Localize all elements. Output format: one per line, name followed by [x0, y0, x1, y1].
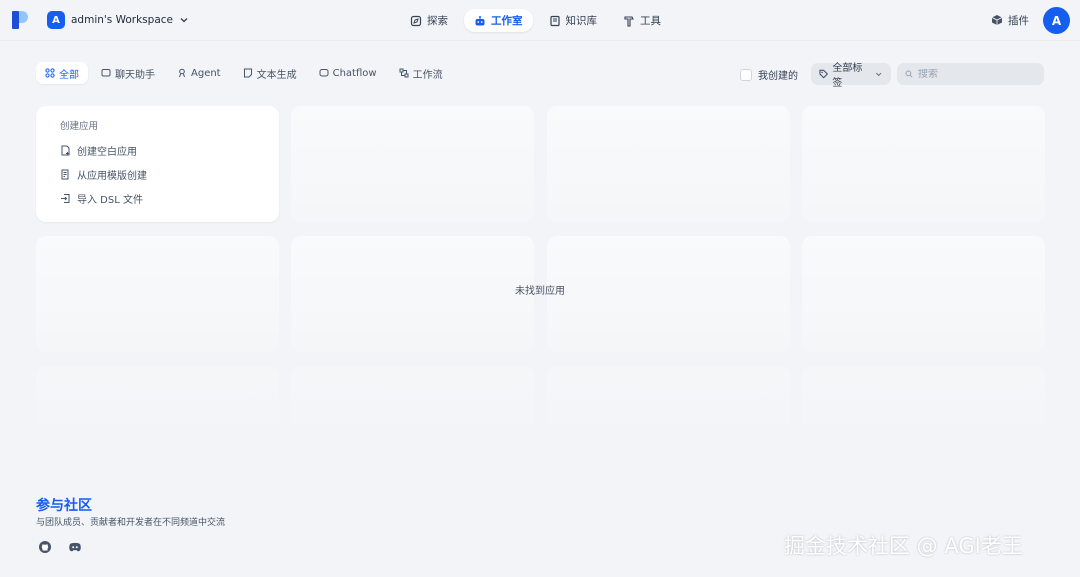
created-by-me-filter[interactable]: 我创建的	[740, 67, 798, 82]
create-app-title: 创建应用	[60, 121, 99, 132]
chat-icon	[101, 69, 111, 77]
tab-chatflow[interactable]: Chatflow	[310, 62, 386, 84]
app-card-placeholder	[291, 366, 534, 456]
create-blank-app-label: 创建空白应用	[77, 146, 137, 158]
plugins-button[interactable]: 插件	[991, 12, 1029, 28]
tab-chatflow-label: Chatflow	[332, 67, 377, 79]
nav-explore[interactable]: 探索	[400, 9, 458, 32]
top-header: A admin's Workspace 探索 工作室 知识库 工具 插件 A	[0, 0, 1080, 41]
import-dsl-label: 导入 DSL 文件	[77, 194, 143, 206]
community-title: 参与社区	[36, 498, 92, 514]
import-dsl-button[interactable]: 导入 DSL 文件	[60, 186, 255, 210]
grid-icon	[45, 68, 55, 78]
nav-studio[interactable]: 工作室	[464, 9, 533, 32]
tab-text-generation-label: 文本生成	[256, 69, 297, 81]
tab-chat-assistant-label: 聊天助手	[115, 69, 155, 81]
app-card-placeholder	[291, 106, 534, 222]
tab-all-label: 全部	[59, 69, 79, 81]
app-card-placeholder	[802, 106, 1045, 222]
tab-text-generation[interactable]: 文本生成	[234, 62, 306, 84]
tag-filter-dropdown[interactable]: 全部标签	[811, 63, 891, 89]
chevron-down-icon	[875, 72, 882, 77]
compass-icon	[410, 15, 422, 26]
create-blank-app-button[interactable]: 创建空白应用	[60, 138, 255, 162]
created-by-me-checkbox[interactable]	[740, 68, 752, 81]
book-icon	[549, 15, 560, 26]
chatflow-icon	[319, 69, 329, 77]
discord-icon[interactable]	[68, 540, 82, 554]
empty-state-text: 未找到应用	[515, 286, 565, 297]
nav-knowledge-label: 知识库	[565, 15, 598, 27]
search-box[interactable]	[897, 63, 1044, 85]
app-card-placeholder	[802, 366, 1045, 456]
search-input[interactable]	[918, 68, 1036, 80]
tab-agent[interactable]: Agent	[168, 62, 230, 84]
template-icon	[61, 169, 69, 179]
app-card-placeholder	[547, 106, 790, 222]
workspace-avatar: A	[47, 11, 65, 29]
tab-workflow[interactable]: 工作流	[390, 62, 452, 84]
tab-agent-label: Agent	[191, 67, 221, 79]
workflow-icon	[399, 68, 409, 78]
chevron-down-icon	[180, 18, 188, 23]
github-icon[interactable]	[38, 540, 52, 554]
nav-tools[interactable]: 工具	[613, 9, 671, 32]
tag-filter-label: 全部标签	[832, 63, 863, 89]
user-avatar[interactable]: A	[1043, 7, 1070, 34]
logo-icon[interactable]	[12, 11, 28, 29]
doc-icon	[243, 68, 252, 78]
social-links	[38, 540, 82, 554]
nav-explore-label: 探索	[427, 15, 448, 27]
blank-file-icon	[61, 145, 70, 155]
tab-workflow-label: 工作流	[412, 69, 443, 81]
app-card-placeholder	[36, 366, 279, 456]
main-nav: 探索 工作室 知识库 工具	[400, 9, 671, 32]
plugins-label: 插件	[1008, 14, 1029, 27]
nav-studio-label: 工作室	[491, 15, 523, 27]
search-icon	[905, 70, 913, 78]
created-by-me-label: 我创建的	[758, 71, 798, 82]
app-card-placeholder	[547, 366, 790, 456]
tag-icon	[819, 69, 829, 79]
app-type-tabs: 全部 聊天助手 Agent 文本生成 Chatflow 工作流	[36, 62, 452, 84]
community-description: 与团队成员、贡献者和开发者在不同频道中交流	[36, 518, 226, 528]
create-from-template-button[interactable]: 从应用模版创建	[60, 162, 255, 186]
nav-tools-label: 工具	[640, 15, 661, 27]
agent-icon	[179, 68, 185, 78]
cube-icon	[991, 15, 1003, 25]
tab-all[interactable]: 全部	[36, 62, 88, 84]
hammer-icon	[624, 15, 634, 27]
tab-chat-assistant[interactable]: 聊天助手	[92, 62, 164, 84]
workspace-switcher[interactable]: A admin's Workspace	[47, 10, 189, 30]
import-icon	[61, 193, 70, 203]
create-app-card: 创建应用 创建空白应用 从应用模版创建 导入 DSL 文件	[36, 106, 279, 222]
create-from-template-label: 从应用模版创建	[77, 170, 147, 182]
nav-knowledge[interactable]: 知识库	[539, 9, 608, 32]
robot-icon	[475, 15, 485, 25]
watermark-text: 掘金技术社区 @ AGI老王	[784, 534, 1023, 558]
app-card-placeholder	[802, 236, 1045, 352]
app-card-placeholder	[36, 236, 279, 352]
workspace-name: admin's Workspace	[71, 14, 173, 26]
